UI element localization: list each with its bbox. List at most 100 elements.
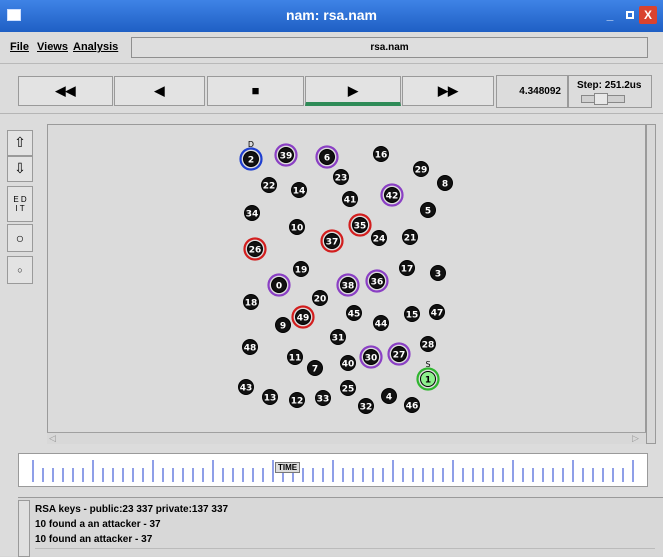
network-node[interactable]: 5 bbox=[420, 202, 436, 218]
network-node[interactable]: 45 bbox=[346, 305, 362, 321]
network-node[interactable]: 48 bbox=[242, 339, 258, 355]
network-node[interactable]: 16 bbox=[373, 146, 389, 162]
network-node[interactable]: 37 bbox=[320, 229, 344, 253]
network-node[interactable]: 8 bbox=[437, 175, 453, 191]
network-node[interactable]: 18 bbox=[243, 294, 259, 310]
network-node[interactable]: 32 bbox=[358, 398, 374, 414]
node-label: 15 bbox=[406, 311, 419, 321]
node-label: 36 bbox=[371, 278, 384, 288]
close-button[interactable]: X bbox=[639, 6, 657, 24]
network-node[interactable]: 17 bbox=[399, 260, 415, 276]
network-node[interactable]: 6 bbox=[315, 145, 339, 169]
network-node[interactable]: 28 bbox=[420, 336, 436, 352]
network-node[interactable]: 46 bbox=[404, 397, 420, 413]
maximize-icon bbox=[626, 11, 634, 19]
node-label: 14 bbox=[293, 187, 306, 197]
step-label: Step: 251.2us bbox=[577, 80, 642, 91]
node-label: 47 bbox=[431, 309, 444, 319]
network-node[interactable]: 24 bbox=[371, 230, 387, 246]
network-canvas[interactable]: 2 D 39 6 16 29 8 22 14 23 41 42 5 34 10 37 35 24 21 26 19 17 3… bbox=[47, 124, 646, 444]
step-control: Step: 251.2us bbox=[568, 75, 652, 108]
network-node[interactable]: 4 bbox=[381, 388, 397, 404]
fast-rewind-button[interactable]: ◀◀ bbox=[18, 76, 113, 106]
network-node[interactable]: 40 bbox=[340, 355, 356, 371]
node-label: 43 bbox=[240, 384, 253, 394]
network-node[interactable]: 35 bbox=[348, 213, 372, 237]
step-slider[interactable] bbox=[581, 93, 625, 105]
network-node[interactable]: 44 bbox=[373, 315, 389, 331]
network-node[interactable]: 49 bbox=[291, 305, 315, 329]
network-node[interactable]: 14 bbox=[291, 182, 307, 198]
node-label: 9 bbox=[280, 322, 286, 332]
network-node[interactable]: 33 bbox=[315, 390, 331, 406]
network-node[interactable]: 34 bbox=[244, 205, 260, 221]
menu-views[interactable]: Views bbox=[37, 41, 68, 53]
network-node[interactable]: 11 bbox=[287, 349, 303, 365]
network-node[interactable]: 15 bbox=[404, 306, 420, 322]
scroll-right-icon[interactable]: ▷ bbox=[632, 433, 639, 444]
network-node[interactable]: 3 bbox=[430, 265, 446, 281]
node-label: 4 bbox=[386, 393, 392, 403]
node-label: 19 bbox=[295, 266, 308, 276]
timeline[interactable]: TIME bbox=[18, 453, 648, 487]
edit-button[interactable]: E DI T bbox=[7, 186, 33, 222]
network-node[interactable]: 10 bbox=[289, 219, 305, 235]
network-node[interactable]: 31 bbox=[330, 329, 346, 345]
network-node[interactable]: 9 bbox=[275, 317, 291, 333]
menu-analysis[interactable]: Analysis bbox=[73, 41, 118, 53]
play-button[interactable]: ▶ bbox=[305, 76, 401, 106]
node-label: 38 bbox=[342, 282, 355, 292]
node-label: 20 bbox=[314, 295, 327, 305]
network-node[interactable]: 2D bbox=[239, 140, 263, 171]
network-node[interactable]: 38 bbox=[336, 273, 360, 297]
network-node[interactable]: 43 bbox=[238, 379, 254, 395]
network-node[interactable]: 25 bbox=[340, 380, 356, 396]
node-label: 18 bbox=[245, 299, 258, 309]
horizontal-scrollbar[interactable]: ◁ ▷ bbox=[47, 432, 646, 444]
stop-button[interactable]: ■ bbox=[207, 76, 304, 106]
network-node[interactable]: 26 bbox=[243, 237, 267, 261]
network-node[interactable]: 13 bbox=[262, 389, 278, 405]
network-node[interactable]: 39 bbox=[274, 143, 298, 167]
network-node[interactable]: 0 bbox=[267, 273, 291, 297]
network-node[interactable]: 36 bbox=[365, 269, 389, 293]
step-slider-thumb[interactable] bbox=[594, 93, 608, 105]
network-node[interactable]: 27 bbox=[387, 342, 411, 366]
minimize-button[interactable]: _ bbox=[601, 6, 619, 24]
network-node[interactable]: 29 bbox=[413, 161, 429, 177]
node-label: 27 bbox=[393, 351, 406, 361]
log-scrollbar[interactable] bbox=[18, 500, 30, 557]
maximize-button[interactable] bbox=[621, 6, 639, 24]
network-node[interactable]: 12 bbox=[289, 392, 305, 408]
node-label: 39 bbox=[280, 152, 293, 162]
node-label: 35 bbox=[354, 222, 367, 232]
rewind-button[interactable]: ◀ bbox=[114, 76, 205, 106]
node-label: 28 bbox=[422, 341, 435, 351]
time-display: 4.348092 bbox=[496, 75, 568, 108]
fast-forward-button[interactable]: ▶▶ bbox=[402, 76, 494, 106]
network-node[interactable]: 21 bbox=[402, 229, 418, 245]
network-node[interactable]: 42 bbox=[380, 183, 404, 207]
scroll-left-icon[interactable]: ◁ bbox=[49, 433, 56, 444]
network-node[interactable]: 7 bbox=[307, 360, 323, 376]
node-label: 37 bbox=[326, 238, 339, 248]
node-label: 17 bbox=[401, 265, 414, 275]
zoom-in-icon[interactable]: ⇧ bbox=[7, 130, 33, 156]
network-node[interactable]: 1S bbox=[416, 360, 440, 391]
zoom-out-icon[interactable]: ⇩ bbox=[7, 156, 33, 182]
network-node[interactable]: 20 bbox=[312, 290, 328, 306]
network-node[interactable]: 47 bbox=[429, 304, 445, 320]
node-label: 5 bbox=[425, 207, 431, 217]
node-label: 29 bbox=[415, 166, 428, 176]
network-node[interactable]: 23 bbox=[333, 169, 349, 185]
node-tag: D bbox=[248, 140, 254, 149]
small-node-tool-icon[interactable]: ○ bbox=[7, 256, 33, 284]
network-node[interactable]: 30 bbox=[359, 345, 383, 369]
network-node[interactable]: 19 bbox=[293, 261, 309, 277]
menu-file[interactable]: File bbox=[10, 41, 29, 53]
vertical-scrollbar[interactable] bbox=[646, 124, 656, 444]
node-tool-icon[interactable]: ○ bbox=[7, 224, 33, 252]
network-node[interactable]: 22 bbox=[261, 177, 277, 193]
node-label: 25 bbox=[342, 385, 355, 395]
network-node[interactable]: 41 bbox=[342, 191, 358, 207]
